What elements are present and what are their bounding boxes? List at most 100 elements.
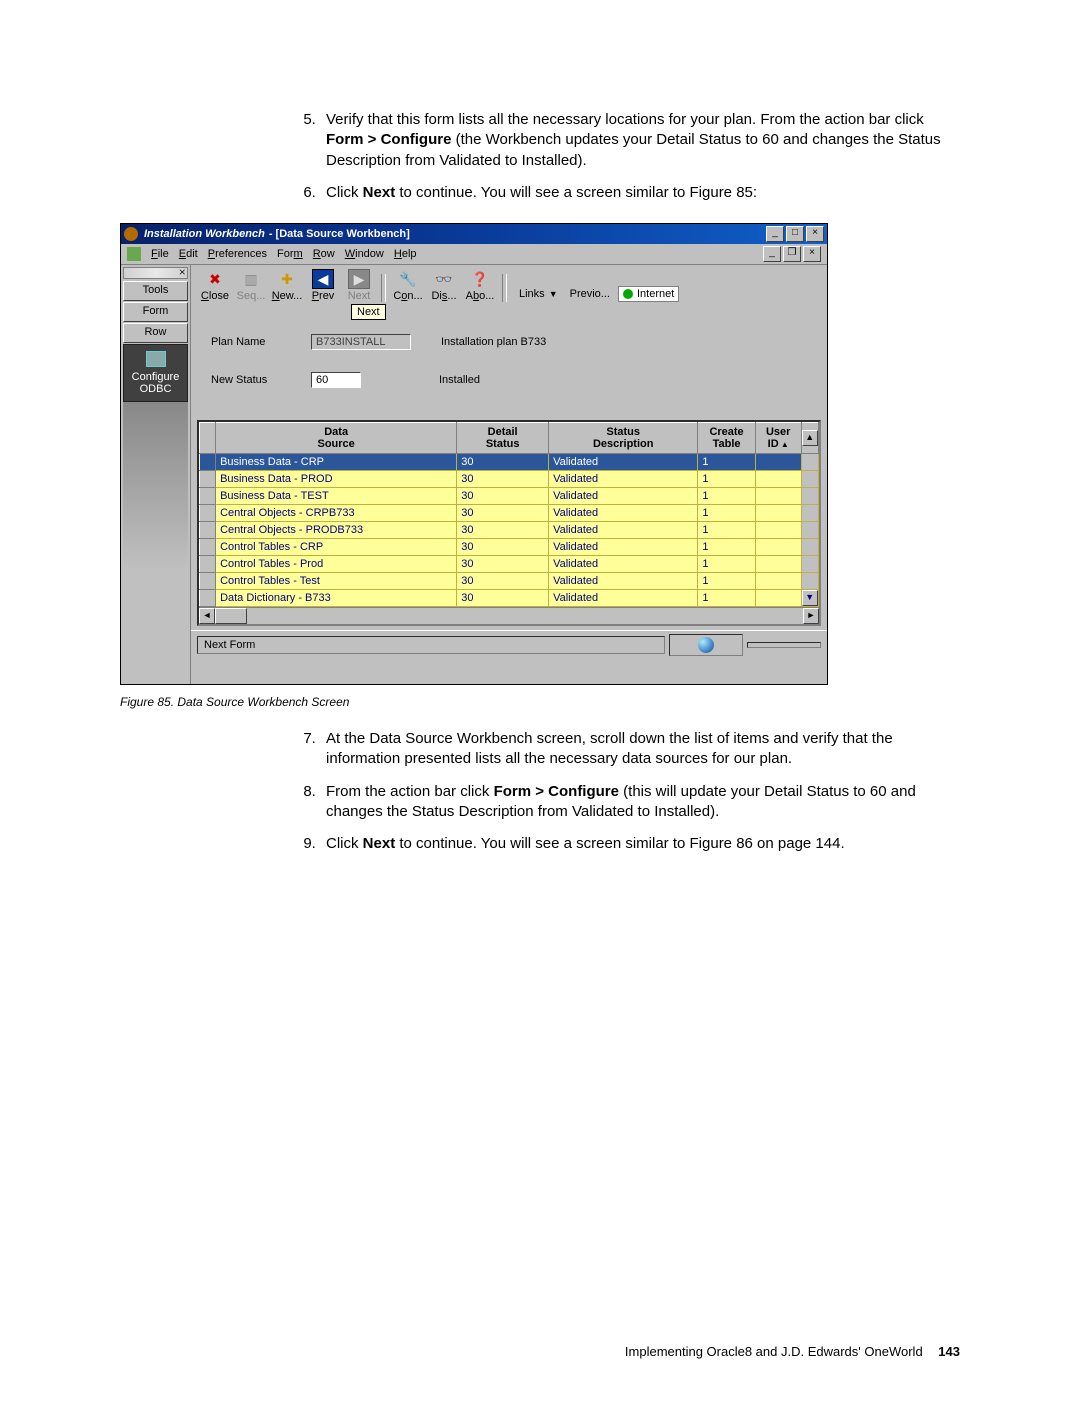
left-btn-row[interactable]: Row bbox=[123, 323, 188, 343]
cell-detail[interactable]: 30 bbox=[457, 471, 549, 488]
cell-sdesc[interactable]: Validated bbox=[549, 522, 698, 539]
cell-detail[interactable]: 30 bbox=[457, 556, 549, 573]
table-row[interactable]: Business Data - CRP30Validated1 bbox=[200, 454, 819, 471]
cell-ct[interactable]: 1 bbox=[698, 505, 755, 522]
col-data-source[interactable]: DataSource bbox=[216, 423, 457, 454]
col-status-description[interactable]: StatusDescription bbox=[549, 423, 698, 454]
data-grid[interactable]: DataSource DetailStatus StatusDescriptio… bbox=[197, 420, 821, 626]
table-row[interactable]: Business Data - TEST30Validated1 bbox=[200, 488, 819, 505]
cell-detail[interactable]: 30 bbox=[457, 505, 549, 522]
cell-sdesc[interactable]: Validated bbox=[549, 539, 698, 556]
table-row[interactable]: Control Tables - Prod30Validated1 bbox=[200, 556, 819, 573]
table-row[interactable]: Central Objects - PRODB73330Validated1 bbox=[200, 522, 819, 539]
cell-uid[interactable] bbox=[755, 488, 801, 505]
left-btn-configure-odbc[interactable]: Configure ODBC bbox=[123, 344, 188, 402]
cell-sdesc[interactable]: Validated bbox=[549, 471, 698, 488]
hscroll-right[interactable]: ► bbox=[803, 608, 819, 624]
plan-name-input[interactable]: B733INSTALL bbox=[311, 334, 411, 350]
cell-uid[interactable] bbox=[755, 590, 801, 607]
menu-preferences[interactable]: Preferences bbox=[208, 248, 267, 260]
horizontal-scrollbar[interactable]: ◄ ► bbox=[199, 607, 819, 624]
menu-help[interactable]: Help bbox=[394, 248, 417, 260]
cell-uid[interactable] bbox=[755, 522, 801, 539]
cell-ds[interactable]: Central Objects - PRODB733 bbox=[216, 522, 457, 539]
cell-ct[interactable]: 1 bbox=[698, 590, 755, 607]
tb-dis[interactable]: 👓Dis... bbox=[426, 269, 462, 302]
cell-detail[interactable]: 30 bbox=[457, 573, 549, 590]
tb-next[interactable]: ▶Next bbox=[341, 269, 377, 302]
vscroll-up[interactable]: ▲ bbox=[801, 423, 818, 454]
mdi-close-button[interactable]: × bbox=[803, 246, 821, 262]
cell-ds[interactable]: Business Data - TEST bbox=[216, 488, 457, 505]
tb-abo[interactable]: ❓Abo... bbox=[462, 269, 498, 302]
cell-uid[interactable] bbox=[755, 505, 801, 522]
cell-detail[interactable]: 30 bbox=[457, 488, 549, 505]
cell-ct[interactable]: 1 bbox=[698, 522, 755, 539]
cell-ds[interactable]: Control Tables - Prod bbox=[216, 556, 457, 573]
col-detail-status[interactable]: DetailStatus bbox=[457, 423, 549, 454]
menu-window[interactable]: Window bbox=[345, 248, 384, 260]
cell-sdesc[interactable]: Validated bbox=[549, 488, 698, 505]
table-row[interactable]: Data Dictionary - B73330Validated1 ▼ bbox=[200, 590, 819, 607]
cell-detail[interactable]: 30 bbox=[457, 522, 549, 539]
tb-con[interactable]: 🔧Con... bbox=[390, 269, 426, 302]
cell-ds[interactable]: Business Data - PROD bbox=[216, 471, 457, 488]
cell-uid[interactable] bbox=[755, 556, 801, 573]
cell-ct[interactable]: 1 bbox=[698, 573, 755, 590]
cell-detail[interactable]: 30 bbox=[457, 539, 549, 556]
cell-ct[interactable]: 1 bbox=[698, 488, 755, 505]
cell-detail[interactable]: 30 bbox=[457, 590, 549, 607]
page-footer: Implementing Oracle8 and J.D. Edwards' O… bbox=[120, 1344, 960, 1359]
cell-detail[interactable]: 30 bbox=[457, 454, 549, 471]
cell-ct[interactable]: 1 bbox=[698, 539, 755, 556]
table-row[interactable]: Central Objects - CRPB73330Validated1 bbox=[200, 505, 819, 522]
cell-ct[interactable]: 1 bbox=[698, 454, 755, 471]
left-btn-tools[interactable]: Tools bbox=[123, 281, 188, 301]
table-row[interactable]: Business Data - PROD30Validated1 bbox=[200, 471, 819, 488]
table-row[interactable]: Control Tables - CRP30Validated1 bbox=[200, 539, 819, 556]
mdi-minimize-button[interactable]: _ bbox=[763, 246, 781, 262]
close-window-button[interactable]: × bbox=[806, 226, 824, 242]
cell-ds[interactable]: Central Objects - CRPB733 bbox=[216, 505, 457, 522]
tb-prev[interactable]: ◀Prev bbox=[305, 269, 341, 302]
menu-edit[interactable]: Edit bbox=[179, 248, 198, 260]
vscroll-down[interactable]: ▼ bbox=[802, 590, 818, 606]
tb-previo[interactable]: Previo... bbox=[570, 288, 610, 300]
mdi-restore-button[interactable]: ❐ bbox=[783, 246, 801, 262]
cell-sdesc[interactable]: Validated bbox=[549, 590, 698, 607]
status-globe-cell bbox=[669, 634, 743, 656]
cell-sdesc[interactable]: Validated bbox=[549, 454, 698, 471]
hscroll-left[interactable]: ◄ bbox=[199, 608, 215, 624]
tb-links[interactable]: Links▼ bbox=[519, 288, 562, 300]
cell-sdesc[interactable]: Validated bbox=[549, 556, 698, 573]
menu-form[interactable]: Form bbox=[277, 248, 303, 260]
menu-file[interactable]: File bbox=[151, 248, 169, 260]
col-user-id[interactable]: UserID bbox=[755, 423, 801, 454]
cell-uid[interactable] bbox=[755, 539, 801, 556]
plan-desc: Installation plan B733 bbox=[441, 336, 546, 348]
cell-ct[interactable]: 1 bbox=[698, 471, 755, 488]
cell-uid[interactable] bbox=[755, 454, 801, 471]
menu-row[interactable]: Row bbox=[313, 248, 335, 260]
cell-uid[interactable] bbox=[755, 573, 801, 590]
cell-ds[interactable]: Control Tables - Test bbox=[216, 573, 457, 590]
cell-ds[interactable]: Control Tables - CRP bbox=[216, 539, 457, 556]
col-create-table[interactable]: CreateTable bbox=[698, 423, 755, 454]
cell-sdesc[interactable]: Validated bbox=[549, 505, 698, 522]
table-row[interactable]: Control Tables - Test30Validated1 bbox=[200, 573, 819, 590]
tb-internet[interactable]: Internet bbox=[618, 286, 679, 302]
new-status-input[interactable]: 60 bbox=[311, 372, 361, 388]
cell-sdesc[interactable]: Validated bbox=[549, 573, 698, 590]
hscroll-thumb[interactable] bbox=[215, 608, 247, 624]
left-panel-handle[interactable]: ⨯ bbox=[123, 267, 188, 279]
cell-ds[interactable]: Data Dictionary - B733 bbox=[216, 590, 457, 607]
cell-ds[interactable]: Business Data - CRP bbox=[216, 454, 457, 471]
step-8: From the action bar click Form > Configu… bbox=[320, 782, 960, 823]
tb-close[interactable]: ✖Close bbox=[197, 269, 233, 302]
left-btn-form[interactable]: Form bbox=[123, 302, 188, 322]
tb-new[interactable]: ✚New... bbox=[269, 269, 305, 302]
cell-uid[interactable] bbox=[755, 471, 801, 488]
cell-ct[interactable]: 1 bbox=[698, 556, 755, 573]
minimize-button[interactable]: _ bbox=[766, 226, 784, 242]
maximize-button[interactable]: □ bbox=[786, 226, 804, 242]
